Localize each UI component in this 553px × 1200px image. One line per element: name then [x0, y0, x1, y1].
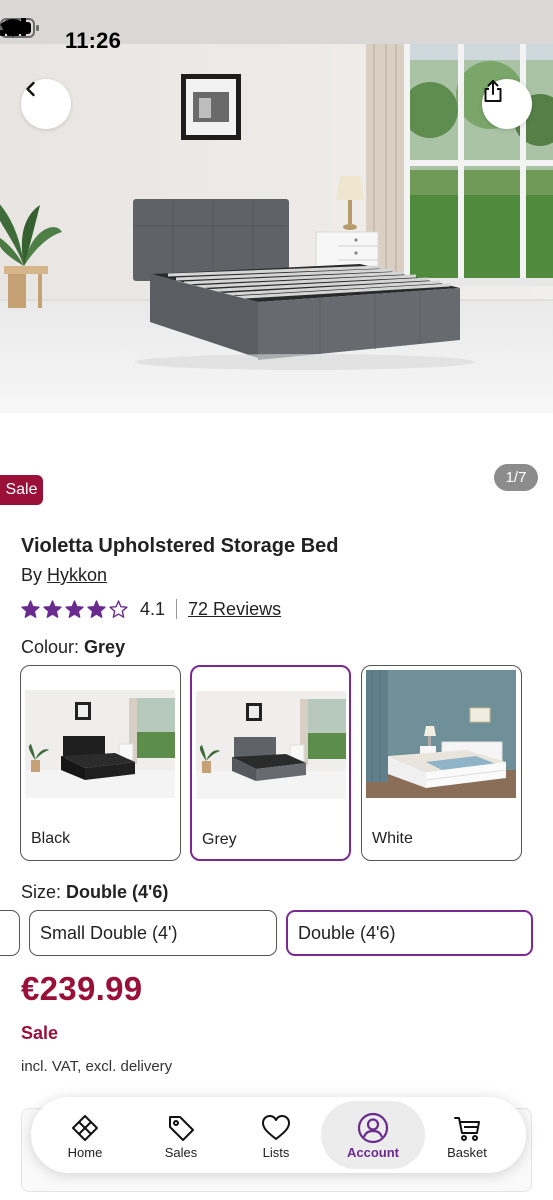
battery-icon: [0, 18, 39, 38]
rating-value: 4.1: [140, 598, 166, 619]
colour-label-prefix: Colour:: [21, 637, 80, 657]
star-filled-icon: [65, 599, 84, 618]
share-icon: [484, 80, 502, 102]
product-title: Violetta Upholstered Storage Bed: [21, 535, 339, 557]
white-bed-thumbnail: [366, 670, 516, 798]
star-filled-icon: [21, 599, 40, 618]
account-icon: [357, 1112, 389, 1144]
brand-prefix: By: [21, 565, 43, 585]
star-empty-icon: [109, 599, 128, 618]
chevron-left-icon: [26, 81, 35, 97]
colour-option-grey[interactable]: Grey: [190, 665, 351, 861]
tab-label: Lists: [262, 1145, 290, 1160]
colour-option-label: White: [372, 830, 413, 847]
rating-row: 4.1 72 Reviews: [21, 596, 281, 622]
price: €239.99: [21, 970, 143, 1007]
image-counter: 1/7: [494, 464, 538, 491]
brand-line: By Hykkon: [21, 565, 107, 586]
colour-label: Colour: Grey: [21, 637, 125, 658]
size-label: Size: Double (4'6): [21, 882, 168, 903]
star-filled-icon: [43, 599, 62, 618]
size-label-prefix: Size:: [21, 882, 62, 902]
sale-badge: Sale: [0, 475, 43, 505]
tab-lists[interactable]: Lists: [227, 1101, 325, 1169]
size-option-small-double[interactable]: Small Double (4'): [29, 910, 277, 956]
heart-icon: [262, 1115, 290, 1140]
bottom-tab-bar: Home Sales Lists Account Basket: [31, 1097, 526, 1173]
status-time: 11:26: [65, 28, 122, 53]
star-filled-icon: [87, 599, 106, 618]
product-image[interactable]: 11:26: [0, 0, 553, 413]
back-button[interactable]: [21, 79, 71, 129]
basket-icon: [454, 1117, 480, 1141]
star-rating: [21, 599, 128, 619]
size-option-partial[interactable]: [0, 910, 20, 956]
colour-option-label: Black: [31, 830, 71, 847]
size-option-label: Double (4'6): [298, 922, 396, 943]
tab-sales[interactable]: Sales: [132, 1101, 230, 1169]
tab-label: Sales: [164, 1145, 198, 1160]
size-selected-value: Double (4'6): [66, 882, 169, 902]
size-option-label: Small Double (4'): [40, 922, 178, 943]
tab-label: Account: [347, 1145, 399, 1160]
black-bed-thumbnail: [25, 670, 175, 798]
brand-link[interactable]: Hykkon: [47, 565, 107, 585]
status-bar: 11:26: [0, 18, 553, 64]
colour-option-white[interactable]: White: [361, 665, 522, 861]
tab-home[interactable]: Home: [36, 1101, 134, 1169]
rating-divider: [176, 599, 178, 619]
colour-option-black[interactable]: Black: [20, 665, 181, 861]
tab-label: Home: [67, 1145, 103, 1160]
vat-note: incl. VAT, excl. delivery: [21, 1058, 173, 1075]
colour-option-label: Grey: [202, 831, 237, 848]
home-icon: [72, 1115, 98, 1141]
sale-label: Sale: [21, 1023, 59, 1043]
grey-bed-thumbnail: [196, 671, 346, 799]
reviews-link[interactable]: 72 Reviews: [188, 599, 281, 620]
tab-basket[interactable]: Basket: [418, 1101, 516, 1169]
tag-icon: [169, 1116, 194, 1141]
tab-label: Basket: [447, 1145, 487, 1160]
size-option-double[interactable]: Double (4'6): [286, 910, 533, 956]
colour-selected-value: Grey: [84, 637, 126, 657]
tab-account[interactable]: Account: [321, 1101, 425, 1169]
share-button[interactable]: [482, 79, 532, 129]
